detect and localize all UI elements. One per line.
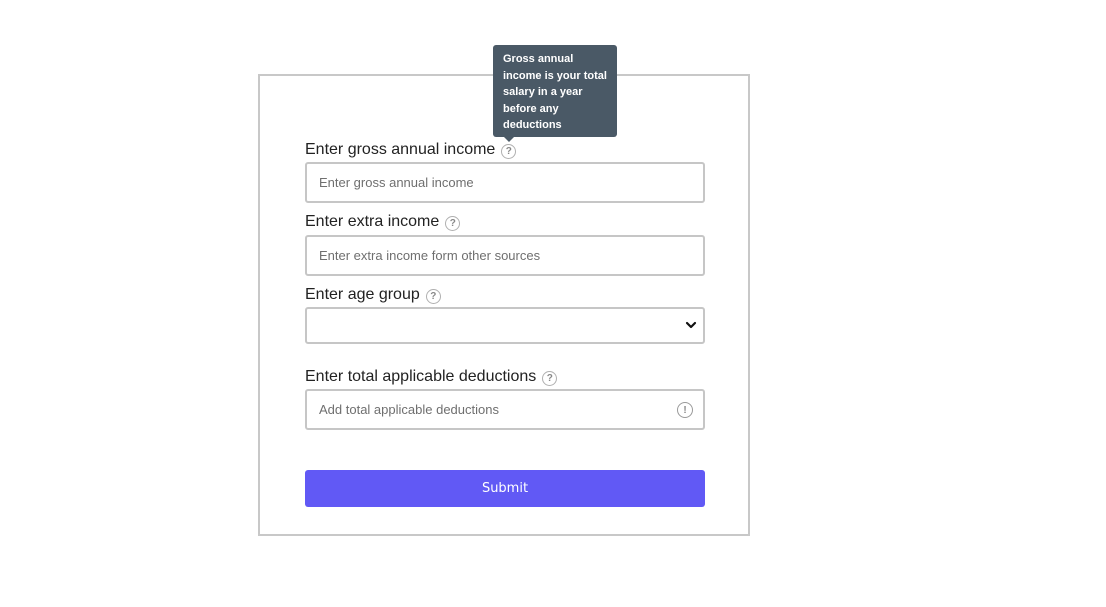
deductions-label-row: Enter total applicable deductions ? [305,367,558,387]
extra-income-label: Enter extra income [305,213,440,230]
chevron-down-icon [685,321,697,329]
gross-income-label: Enter gross annual income [305,141,496,158]
deductions-help-icon[interactable]: ? [542,371,558,386]
exclamation-circle-icon: ! [677,402,693,418]
extra-income-help-icon[interactable]: ? [445,216,461,231]
age-group-select[interactable] [305,307,705,344]
deductions-label: Enter total applicable deductions [305,368,537,385]
gross-income-help-icon[interactable]: ? [501,144,517,159]
extra-income-label-row: Enter extra income ? [305,212,461,232]
age-group-label-row: Enter age group ? [305,285,441,305]
gross-income-tooltip: Gross annual income is your total salary… [493,45,617,137]
gross-income-label-row: Enter gross annual income ? [305,140,517,160]
submit-button[interactable]: Submit [305,470,705,507]
age-group-label: Enter age group [305,286,420,303]
tooltip-text: Gross annual income is your total salary… [503,53,607,131]
extra-income-input[interactable] [305,235,705,276]
page: Enter gross annual income ? Enter extra … [0,0,1106,607]
tooltip-arrow [504,137,514,142]
gross-income-input[interactable] [305,162,705,203]
deductions-input[interactable] [305,389,705,430]
age-group-help-icon[interactable]: ? [425,289,441,304]
